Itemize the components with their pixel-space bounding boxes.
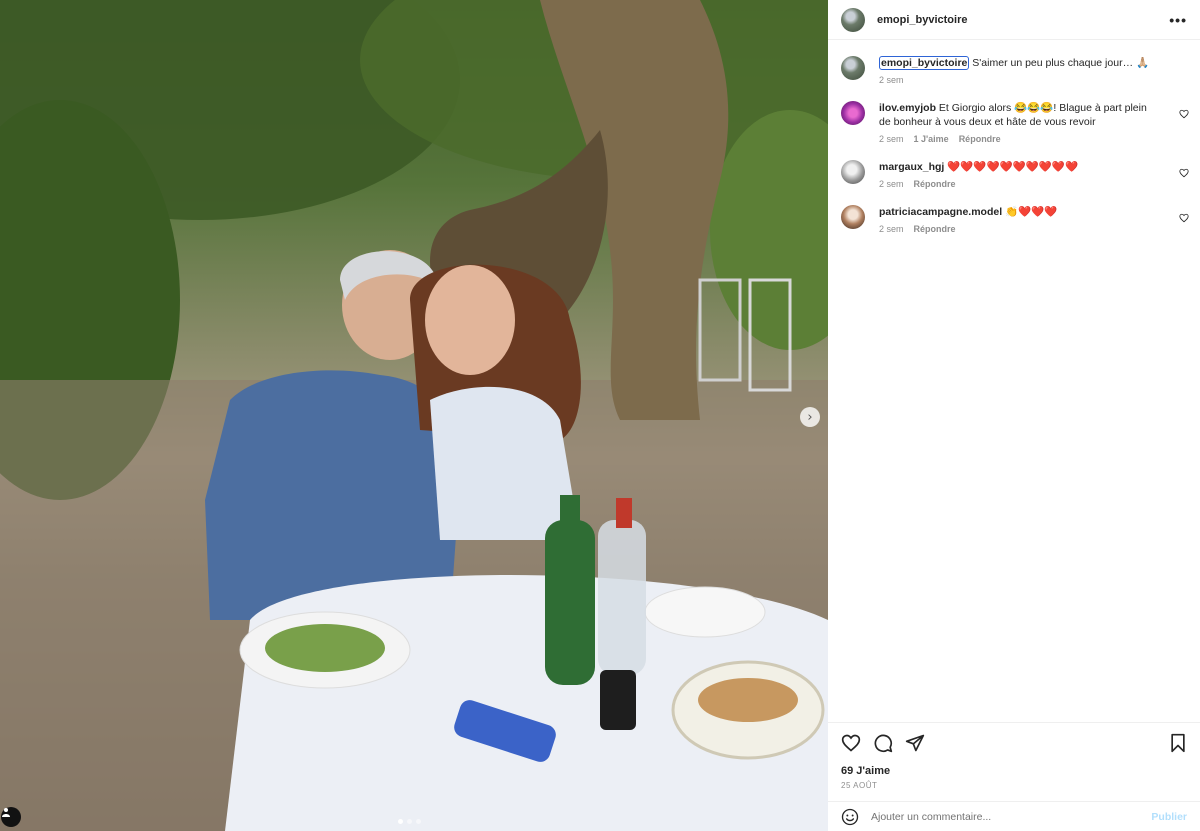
caption-username[interactable]: emopi_byvictoire <box>879 56 970 70</box>
comment-username[interactable]: patriciacampagne.model <box>879 206 1002 218</box>
carousel-dot <box>407 819 412 824</box>
like-button[interactable] <box>841 733 861 753</box>
caption-avatar[interactable] <box>841 56 865 80</box>
comment-avatar[interactable] <box>841 160 865 184</box>
comment-time[interactable]: 2 sem <box>879 179 904 189</box>
bookmark-icon <box>1171 733 1185 753</box>
comments-list: emopi_byvictoire S'aimer un peu plus cha… <box>828 40 1200 234</box>
share-button[interactable] <box>905 733 925 753</box>
comment-item: patriciacampagne.model 👏❤️❤️❤️ 2 sem Rép… <box>841 205 1189 234</box>
comment-avatar[interactable] <box>841 101 865 125</box>
comment-composer: Publier <box>828 801 1200 831</box>
comment-avatar[interactable] <box>841 205 865 229</box>
comment-time[interactable]: 2 sem <box>879 224 904 234</box>
author-username[interactable]: emopi_byvictoire <box>877 14 967 26</box>
save-button[interactable] <box>1169 733 1187 753</box>
post-date[interactable]: 25 AOÛT <box>841 781 1187 790</box>
heart-icon <box>841 734 861 752</box>
comment-username[interactable]: margaux_hgj <box>879 161 944 173</box>
heart-icon <box>1179 213 1189 223</box>
caption-time[interactable]: 2 sem <box>879 75 904 85</box>
post-header: emopi_byvictoire ••• <box>828 0 1200 40</box>
post-side-panel: emopi_byvictoire ••• emopi_byvictoire S'… <box>828 0 1200 831</box>
comment-like-button[interactable] <box>1179 165 1189 183</box>
share-icon <box>905 734 925 752</box>
reply-button[interactable]: Répondre <box>914 179 956 189</box>
comment-item: ilov.emyjob Et Giorgio alors 😂😂😂! Blague… <box>841 101 1189 144</box>
comment-text: ❤️❤️❤️❤️❤️❤️❤️❤️❤️❤️ <box>947 161 1079 173</box>
caption-text: S'aimer un peu plus chaque jour… 🙏🏼 <box>972 57 1150 69</box>
photo-illustration <box>0 0 828 831</box>
carousel-dot-active <box>398 819 403 824</box>
comment-time[interactable]: 2 sem <box>879 134 904 144</box>
comment-input[interactable] <box>871 810 1152 823</box>
emoji-icon <box>841 808 859 825</box>
carousel-indicator <box>398 819 421 824</box>
reply-button[interactable]: Répondre <box>959 134 1001 144</box>
post-comment-button[interactable]: Publier <box>1151 811 1187 823</box>
post-photo[interactable]: › <box>0 0 828 831</box>
comment-button[interactable] <box>873 733 893 753</box>
comment-icon <box>874 734 893 753</box>
caption: emopi_byvictoire S'aimer un peu plus cha… <box>841 56 1187 85</box>
heart-icon <box>1179 109 1189 119</box>
more-options-button[interactable]: ••• <box>1169 12 1187 28</box>
reply-button[interactable]: Répondre <box>914 224 956 234</box>
emoji-button[interactable] <box>841 808 859 826</box>
comment-item: margaux_hgj ❤️❤️❤️❤️❤️❤️❤️❤️❤️❤️ 2 sem R… <box>841 160 1189 189</box>
comment-like-button[interactable] <box>1179 106 1189 124</box>
carousel-dot <box>416 819 421 824</box>
comment-username[interactable]: ilov.emyjob <box>879 102 936 114</box>
user-tag-icon <box>2 808 10 817</box>
author-avatar[interactable] <box>841 7 865 32</box>
likes-count[interactable]: 69 J'aime <box>841 765 1187 777</box>
comment-likes[interactable]: 1 J'aime <box>914 134 949 144</box>
user-tag-button[interactable] <box>1 807 21 827</box>
comment-text: 👏❤️❤️❤️ <box>1005 206 1058 218</box>
comment-like-button[interactable] <box>1179 210 1189 228</box>
heart-icon <box>1179 168 1189 178</box>
carousel-next-button[interactable]: › <box>800 407 820 427</box>
post-actions: 69 J'aime 25 AOÛT <box>828 722 1200 790</box>
